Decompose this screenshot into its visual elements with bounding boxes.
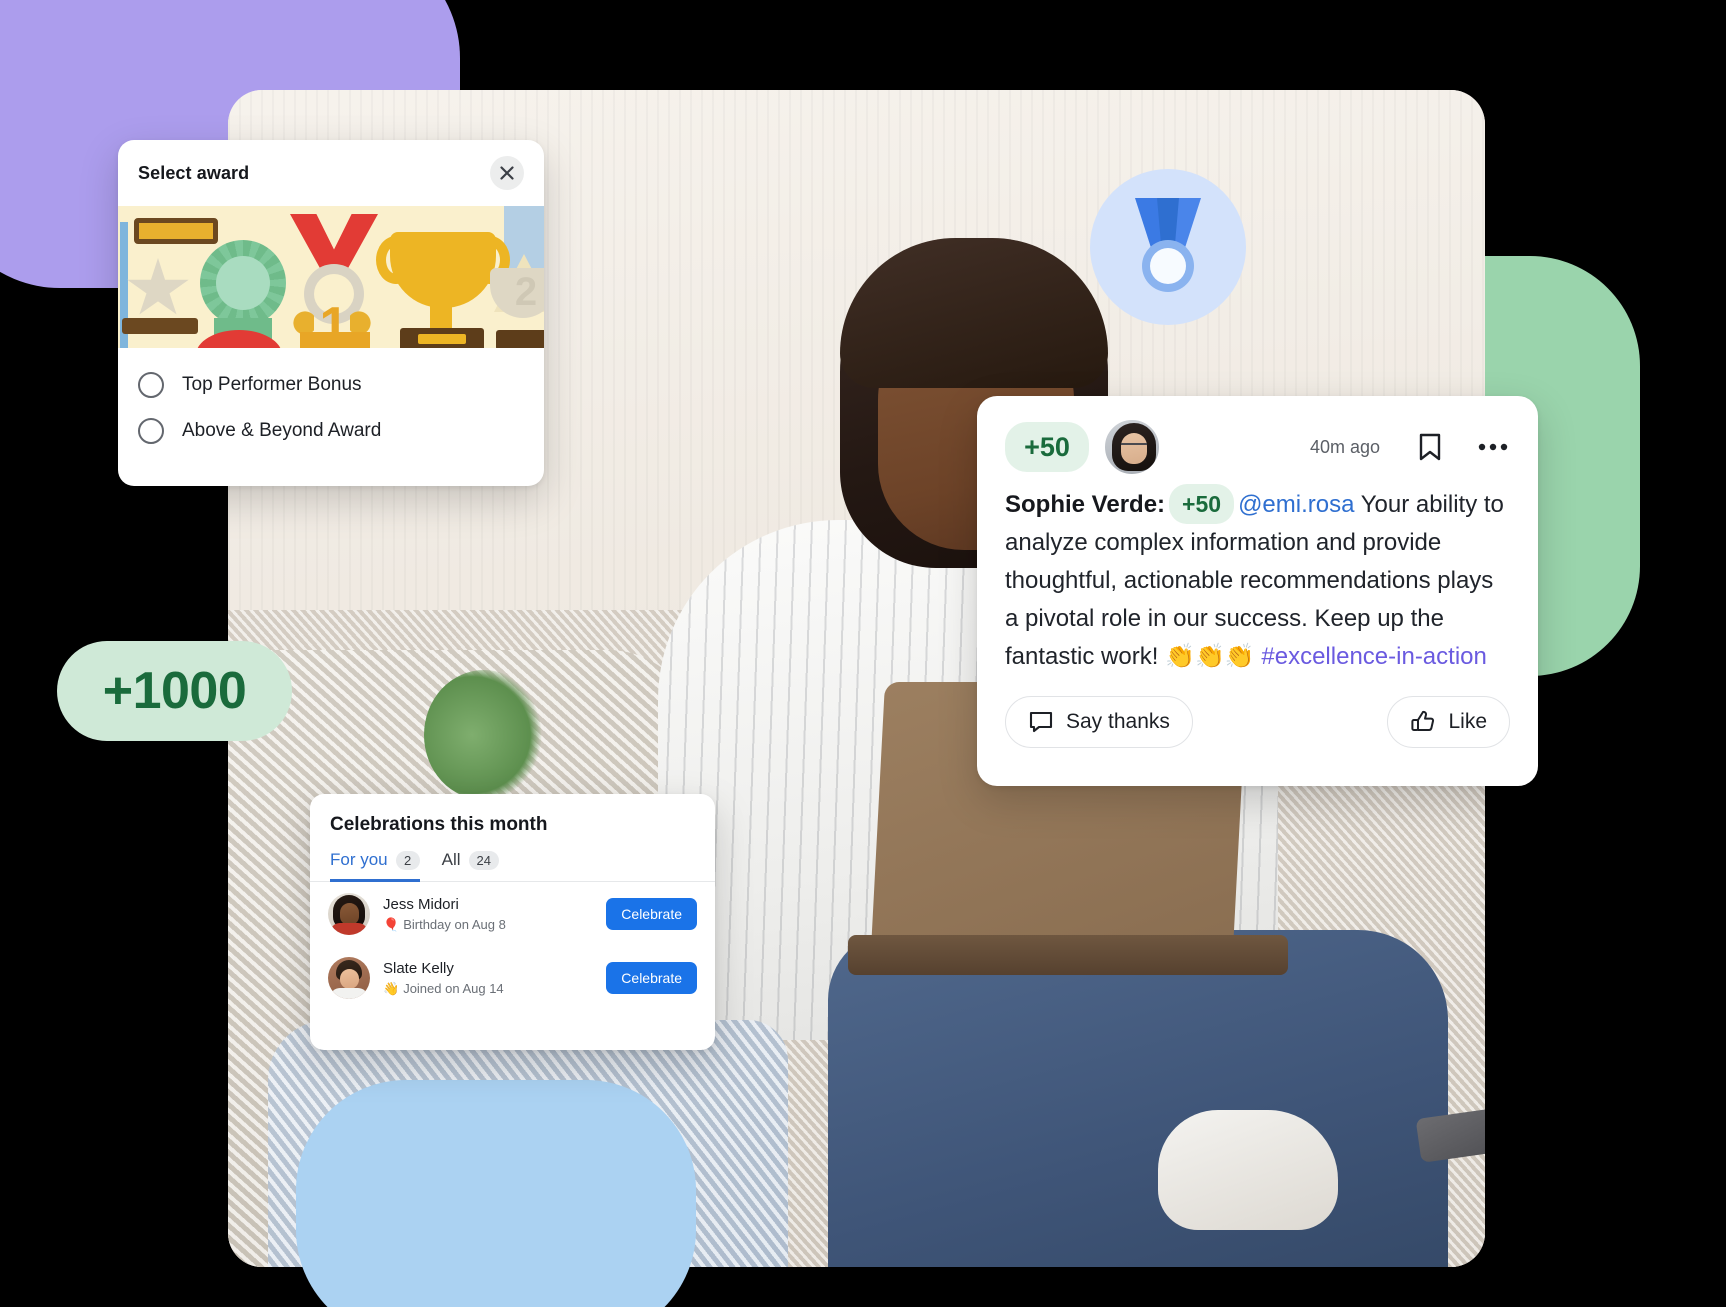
select-award-header: Select award (118, 140, 544, 206)
photo-laptop-base (848, 935, 1288, 975)
illustration-plaque (134, 218, 218, 244)
post-hashtag[interactable]: #excellence-in-action (1261, 643, 1486, 670)
photo-plant (424, 670, 544, 800)
celebrations-card: Celebrations this month For you 2 All 24… (310, 794, 715, 1050)
avatar[interactable] (328, 957, 370, 999)
avatar-shirt (330, 923, 368, 935)
celebrate-button[interactable]: Celebrate (606, 898, 697, 930)
tab-for-you[interactable]: For you 2 (330, 850, 420, 882)
list-item: Slate Kelly 👋 Joined on Aug 14 Celebrate (310, 946, 715, 1010)
post-mention[interactable]: @emi.rosa (1238, 491, 1354, 518)
bookmark-icon (1419, 433, 1441, 461)
say-thanks-button[interactable]: Say thanks (1005, 696, 1193, 748)
person-name: Slate Kelly (383, 959, 454, 977)
illustration-trophy-plate (418, 334, 466, 344)
illustration-star-base (122, 318, 198, 334)
radio-button-icon[interactable] (138, 372, 164, 398)
more-options-icon (1478, 443, 1508, 451)
more-options-button[interactable] (1476, 430, 1510, 464)
points-pill-value: +1000 (102, 662, 247, 720)
avatar[interactable] (1103, 418, 1161, 476)
recognition-post-card: +50 40m ago Sophie Verde: +50 @emi.rosa … (977, 396, 1538, 786)
person-event-label: Birthday on Aug 8 (403, 916, 506, 932)
illustration-rosette-center (216, 256, 270, 310)
close-icon (500, 166, 514, 180)
post-header: +50 40m ago (1005, 418, 1510, 476)
close-button[interactable] (490, 156, 524, 190)
celebrations-title: Celebrations this month (330, 814, 548, 835)
points-pill: +1000 (57, 641, 292, 741)
like-button[interactable]: Like (1387, 696, 1510, 748)
illustration-podium (300, 332, 370, 348)
award-option-label: Top Performer Bonus (182, 374, 362, 395)
award-option-list: Top Performer Bonus Above & Beyond Award (118, 348, 544, 454)
tab-count: 24 (468, 850, 500, 870)
wave-icon: 👋 (383, 980, 400, 996)
avatar[interactable] (328, 893, 370, 935)
photo-person-jeans (828, 930, 1448, 1267)
decorative-shape-blue (296, 1080, 696, 1307)
post-inline-points-badge: +50 (1169, 484, 1235, 524)
illustration-star-trophy (127, 258, 189, 315)
select-award-modal: Select award 1 2 Top Performer Bonus Abo… (118, 140, 544, 486)
say-thanks-label: Say thanks (1066, 710, 1170, 733)
award-option-top-performer-bonus[interactable]: Top Performer Bonus (118, 362, 544, 408)
photo-person-foot (1158, 1110, 1338, 1230)
tab-all[interactable]: All 24 (441, 850, 500, 882)
tab-label: All (441, 850, 461, 869)
radio-button-icon[interactable] (138, 418, 164, 444)
list-item-info: Jess Midori 🎈 Birthday on Aug 8 (383, 895, 593, 934)
award-option-label: Above & Beyond Award (182, 420, 382, 441)
like-label: Like (1448, 710, 1487, 733)
celebrations-tabs: For you 2 All 24 (310, 836, 715, 882)
illustration-second-place-number: 2 (514, 270, 538, 314)
person-name: Jess Midori (383, 895, 459, 913)
bookmark-button[interactable] (1414, 430, 1446, 464)
list-item: Jess Midori 🎈 Birthday on Aug 8 Celebrate (310, 882, 715, 946)
award-option-above-and-beyond-award[interactable]: Above & Beyond Award (118, 408, 544, 454)
tab-count: 2 (395, 850, 420, 870)
celebrate-button[interactable]: Celebrate (606, 962, 697, 994)
medal-badge (1090, 169, 1246, 325)
avatar-face (340, 903, 359, 925)
avatar-glasses (1121, 443, 1147, 448)
list-item-info: Slate Kelly 👋 Joined on Aug 14 (383, 959, 593, 998)
person-event: 🎈 Birthday on Aug 8 (383, 915, 593, 934)
avatar-face (340, 969, 359, 989)
post-author: Sophie Verde: (1005, 491, 1166, 518)
screenshot-canvas: Select award 1 2 Top Performer Bonus Abo… (0, 0, 1726, 1307)
select-award-title: Select award (138, 162, 250, 183)
post-actions: Say thanks Like (1005, 696, 1510, 748)
thumbs-up-icon (1411, 710, 1435, 731)
medal-icon (1135, 198, 1201, 292)
balloon-icon: 🎈 (383, 916, 400, 932)
tab-label: For you (330, 850, 388, 869)
illustration-second-trophy-base (496, 330, 544, 348)
post-points-badge: +50 (1005, 422, 1089, 472)
illustration-trophy-cup (390, 232, 496, 308)
post-timestamp: 40m ago (1309, 436, 1380, 457)
person-event-label: Joined on Aug 14 (403, 980, 504, 996)
post-body: Sophie Verde: +50 @emi.rosa Your ability t… (1005, 484, 1510, 676)
awards-illustration: 1 2 (118, 206, 544, 348)
person-event: 👋 Joined on Aug 14 (383, 979, 593, 998)
avatar-face (1121, 433, 1147, 464)
avatar-shirt (330, 988, 368, 999)
comment-icon (1029, 711, 1053, 733)
clap-emoji: 👏👏👏 (1165, 643, 1255, 670)
